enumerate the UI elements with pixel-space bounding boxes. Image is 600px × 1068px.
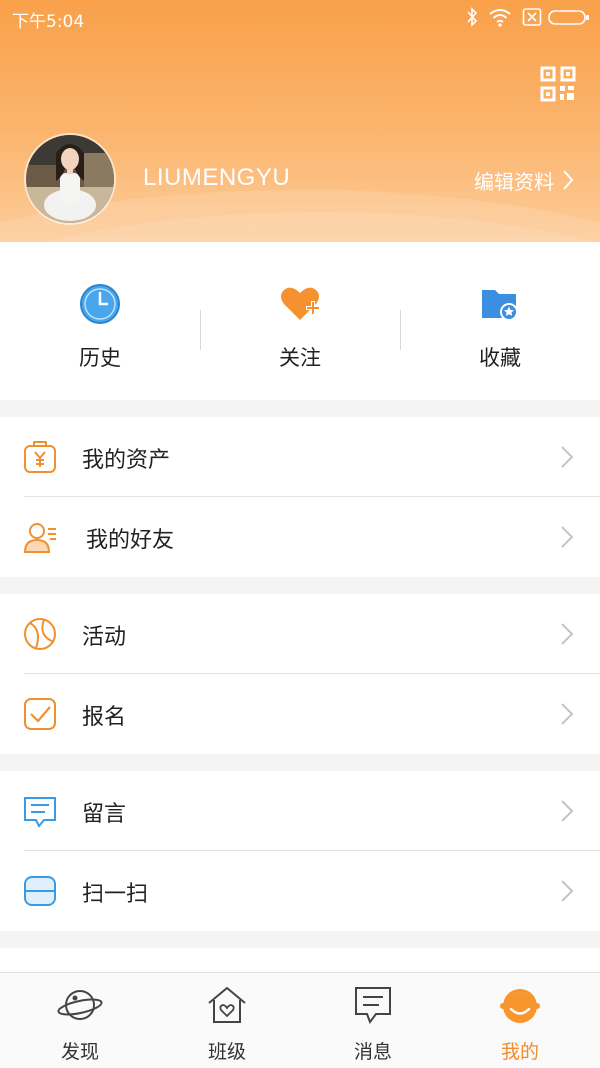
- chevron-right-icon: [561, 446, 574, 468]
- tab-messages[interactable]: 消息: [298, 973, 448, 1068]
- history-label: 历史: [79, 346, 121, 370]
- qr-code-icon[interactable]: [540, 66, 576, 102]
- tab-class[interactable]: 班级: [152, 973, 302, 1068]
- friends-icon: [23, 523, 56, 553]
- status-time: 下午5:04: [12, 12, 85, 32]
- avatar-photo: [26, 135, 114, 223]
- avatar[interactable]: [24, 133, 116, 225]
- quick-actions: 历史 关注 收藏: [0, 242, 600, 400]
- menu-group: 留言 扫一扫: [0, 771, 600, 931]
- house-heart-icon: [208, 986, 246, 1023]
- tab-label: 发现: [60, 1041, 99, 1063]
- ball-icon: [24, 618, 56, 650]
- heart-plus-icon: [281, 287, 320, 320]
- profile-header: 下午5:04 LIUMENGYU 编辑资料: [0, 0, 600, 242]
- message-icon: [24, 797, 56, 828]
- menu-item-activities[interactable]: 活动: [0, 594, 600, 674]
- bluetooth-icon: [467, 7, 478, 27]
- chevron-right-icon: [563, 170, 574, 190]
- menu-item-label: 留言: [82, 802, 127, 827]
- menu-item-label: 我的好友: [86, 528, 175, 553]
- favorites-label: 收藏: [479, 346, 521, 370]
- status-bar: 下午5:04: [0, 0, 600, 34]
- chevron-right-icon: [561, 526, 574, 548]
- tab-mine[interactable]: 我的: [445, 973, 595, 1068]
- history-button[interactable]: 历史: [0, 242, 200, 400]
- menu-item-signup[interactable]: 报名: [0, 674, 600, 754]
- edit-profile-link[interactable]: 编辑资料: [474, 165, 574, 195]
- planet-icon: [57, 990, 103, 1020]
- folder-star-icon: [482, 290, 518, 321]
- checkbox-icon: [24, 698, 56, 730]
- menu-item-label: 扫一扫: [82, 882, 149, 907]
- battery-icon: [548, 10, 589, 25]
- chevron-right-icon: [561, 703, 574, 725]
- menu-item-friends[interactable]: 我的好友: [0, 497, 600, 577]
- tab-label: 班级: [207, 1041, 246, 1063]
- menu-item-label: 报名: [82, 705, 127, 730]
- menu-group: 我的资产 我的好友: [0, 417, 600, 577]
- bottom-tab-bar: 发现 班级 消息 我的: [0, 972, 600, 1068]
- tab-label: 我的: [500, 1041, 539, 1063]
- follow-label: 关注: [279, 346, 321, 370]
- menu-item-messages[interactable]: 留言: [0, 771, 600, 851]
- username: LIUMENGYU: [143, 164, 291, 191]
- menu-item-assets[interactable]: 我的资产: [0, 417, 600, 497]
- clock-icon: [80, 284, 120, 324]
- edit-profile-label: 编辑资料: [474, 169, 554, 194]
- tab-label: 消息: [353, 1041, 392, 1063]
- menu-item-label: 我的资产: [82, 448, 171, 473]
- scan-icon: [24, 876, 56, 906]
- menu-item-label: 活动: [82, 625, 127, 650]
- favorites-button[interactable]: 收藏: [400, 242, 600, 400]
- chat-icon: [355, 987, 391, 1025]
- wifi-icon: [489, 9, 511, 27]
- chevron-right-icon: [561, 880, 574, 902]
- menu-item-scan[interactable]: 扫一扫: [0, 851, 600, 931]
- tab-discover[interactable]: 发现: [5, 973, 155, 1068]
- chevron-right-icon: [561, 800, 574, 822]
- no-sim-icon: [522, 8, 542, 26]
- wallet-icon: [24, 441, 56, 473]
- menu-group: 活动 报名: [0, 594, 600, 754]
- follow-button[interactable]: 关注: [200, 242, 400, 400]
- menu-group: [0, 948, 600, 972]
- smiley-icon: [500, 989, 540, 1023]
- chevron-right-icon: [561, 623, 574, 645]
